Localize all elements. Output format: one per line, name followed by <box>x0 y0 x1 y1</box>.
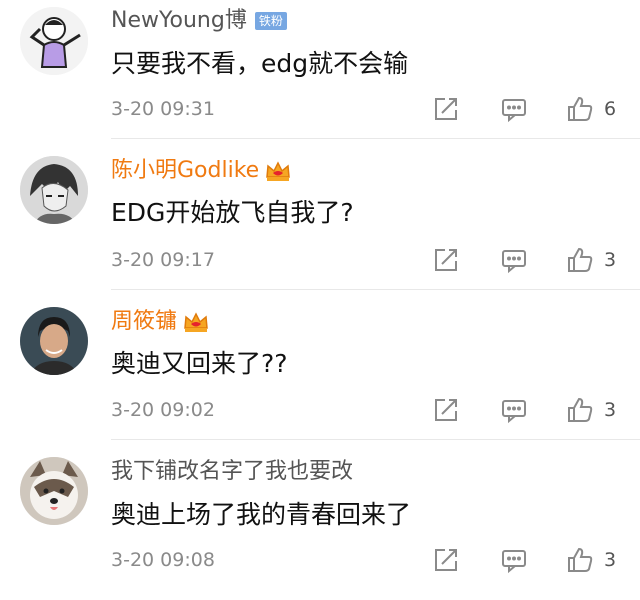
username-text[interactable]: 陈小明Godlike <box>111 157 259 185</box>
comment-time: 3-20 09:08 <box>111 549 215 571</box>
anime-character-avatar <box>20 156 88 224</box>
avatar[interactable] <box>20 307 88 375</box>
avatar[interactable] <box>20 7 88 75</box>
like-count: 3 <box>604 399 617 421</box>
avatar[interactable] <box>20 457 88 525</box>
like-count: 3 <box>604 549 617 571</box>
comment-time: 3-20 09:02 <box>111 399 215 421</box>
comment-text: 奥迪又回来了?? <box>111 349 288 378</box>
divider <box>111 138 640 139</box>
crown-icon <box>183 311 209 333</box>
comment-text: EDG开始放飞自我了? <box>111 198 354 227</box>
comment-icon[interactable] <box>500 246 528 274</box>
comment-text: 只要我不看，edg就不会输 <box>111 49 409 78</box>
person-photo-avatar <box>20 307 88 375</box>
dog-photo-avatar <box>20 457 88 525</box>
fan-badge: 铁粉 <box>254 12 287 30</box>
like-count: 6 <box>604 98 617 120</box>
comment-username[interactable]: 我下铺改名字了我也要改 <box>111 458 353 486</box>
comment-icon[interactable] <box>500 95 528 123</box>
like-icon[interactable] <box>566 546 594 574</box>
share-icon[interactable] <box>432 95 460 123</box>
share-icon[interactable] <box>432 246 460 274</box>
comment-icon[interactable] <box>500 546 528 574</box>
cartoon-dab-avatar <box>20 7 88 75</box>
username-text[interactable]: 我下铺改名字了我也要改 <box>111 458 353 486</box>
comment-username[interactable]: NewYoung博 铁粉 <box>111 7 287 35</box>
like-icon[interactable] <box>566 246 594 274</box>
comment-item: 周筱镛 奥迪又回来了?? 3-20 09:02 3 <box>0 300 640 450</box>
username-text[interactable]: 周筱镛 <box>111 308 177 336</box>
divider <box>111 439 640 440</box>
comment-username[interactable]: 周筱镛 <box>111 308 209 336</box>
like-icon[interactable] <box>566 396 594 424</box>
comment-item: NewYoung博 铁粉 只要我不看，edg就不会输 3-20 09:31 6 <box>0 0 640 150</box>
like-icon[interactable] <box>566 95 594 123</box>
divider <box>111 289 640 290</box>
comment-text: 奥迪上场了我的青春回来了 <box>111 500 412 529</box>
share-icon[interactable] <box>432 396 460 424</box>
crown-icon <box>265 160 291 182</box>
avatar[interactable] <box>20 156 88 224</box>
share-icon[interactable] <box>432 546 460 574</box>
like-count: 3 <box>604 249 617 271</box>
comment-item: 陈小明Godlike EDG开始放飞自我了? 3-20 09:17 3 <box>0 150 640 300</box>
comment-time: 3-20 09:31 <box>111 98 215 120</box>
comment-username[interactable]: 陈小明Godlike <box>111 157 291 185</box>
comment-item: 我下铺改名字了我也要改 奥迪上场了我的青春回来了 3-20 09:08 3 <box>0 450 640 600</box>
comment-icon[interactable] <box>500 396 528 424</box>
username-text[interactable]: NewYoung博 <box>111 7 247 35</box>
comment-time: 3-20 09:17 <box>111 249 215 271</box>
